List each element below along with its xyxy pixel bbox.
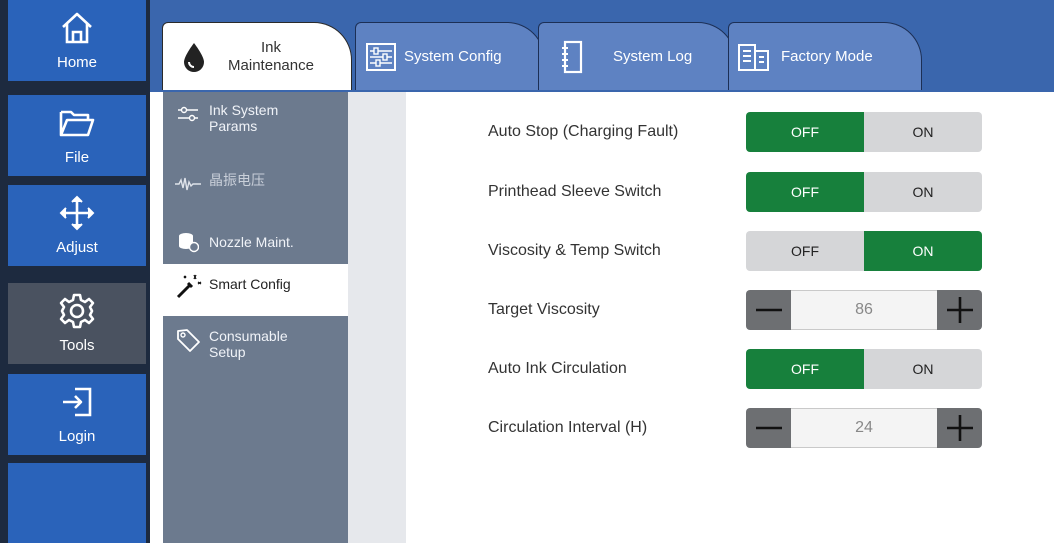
tab-ink-maintenance[interactable]: Ink Maintenance: [162, 22, 352, 90]
tab-factory-mode-label: Factory Mode: [781, 48, 873, 65]
nav-file[interactable]: File: [8, 95, 146, 178]
decrement-button[interactable]: [746, 290, 791, 330]
setting-row-auto-ink-circulation: Auto Ink Circulation OFF ON: [406, 347, 1054, 391]
toggle-on-option[interactable]: ON: [864, 112, 982, 152]
tab-factory-mode[interactable]: Factory Mode: [728, 22, 922, 90]
sliders-icon: [364, 40, 398, 74]
setting-row-auto-stop: Auto Stop (Charging Fault) OFF ON: [406, 110, 1054, 154]
gear-icon: [57, 291, 97, 331]
toggle-off-option[interactable]: OFF: [746, 349, 864, 389]
setting-label: Viscosity & Temp Switch: [488, 242, 661, 259]
sub-item-crystal-voltage[interactable]: 晶振电压: [163, 162, 348, 222]
login-icon: [57, 382, 97, 422]
plus-icon: [946, 415, 973, 441]
setting-row-target-viscosity: Target Viscosity 86: [406, 288, 1054, 332]
home-icon: [57, 8, 97, 48]
main-nav: Home File Adjust Tools Login: [0, 0, 150, 543]
submenu-gutter: [348, 92, 406, 543]
sub-item-label: Ink System Params: [209, 102, 279, 134]
circulation-interval-stepper[interactable]: 24: [746, 408, 982, 448]
nav-file-label: File: [64, 149, 90, 166]
setting-label: Printhead Sleeve Switch: [488, 183, 662, 200]
tab-system-config[interactable]: System Config: [355, 22, 545, 90]
ink-drop-icon: [177, 40, 211, 74]
decrement-button[interactable]: [746, 408, 791, 448]
nav-home-label: Home: [56, 54, 97, 71]
waveform-icon: [173, 172, 203, 196]
toggle-off-option[interactable]: OFF: [746, 231, 864, 271]
target-viscosity-stepper[interactable]: 86: [746, 290, 982, 330]
stepper-value[interactable]: 24: [791, 408, 937, 448]
nav-adjust-label: Adjust: [56, 239, 98, 256]
tab-system-log[interactable]: System Log: [538, 22, 736, 90]
folder-icon: [57, 103, 97, 143]
setting-label: Auto Stop (Charging Fault): [488, 123, 679, 140]
setting-label: Auto Ink Circulation: [488, 360, 627, 377]
nav-home[interactable]: Home: [8, 0, 146, 83]
toggle-on-option[interactable]: ON: [864, 231, 982, 271]
magic-wand-icon: [173, 274, 203, 299]
notebook-icon: [555, 40, 589, 74]
toggle-on-option[interactable]: ON: [864, 172, 982, 212]
move-arrows-icon: [57, 193, 97, 233]
tab-ink-maintenance-label: Ink Maintenance: [228, 38, 314, 74]
tab-system-config-label: System Config: [404, 48, 502, 65]
sub-item-label: Nozzle Maint.: [209, 234, 294, 250]
minus-icon: [755, 308, 782, 312]
params-icon: [173, 102, 203, 126]
sub-item-label: Consumable Setup: [209, 328, 288, 360]
increment-button[interactable]: [937, 290, 982, 330]
nav-tools-label: Tools: [59, 337, 95, 354]
viscosity-temp-toggle[interactable]: OFF ON: [746, 231, 982, 271]
toggle-on-option[interactable]: ON: [864, 349, 982, 389]
sub-item-nozzle-maint[interactable]: Nozzle Maint.: [163, 222, 348, 262]
setting-row-viscosity-temp: Viscosity & Temp Switch OFF ON: [406, 229, 1054, 273]
tab-system-log-label: System Log: [613, 48, 693, 65]
printhead-sleeve-toggle[interactable]: OFF ON: [746, 172, 982, 212]
setting-row-circulation-interval: Circulation Interval (H) 24: [406, 406, 1054, 450]
tag-icon: [173, 328, 203, 352]
sub-item-smart-config[interactable]: Smart Config: [163, 264, 348, 316]
nav-login[interactable]: Login: [8, 374, 146, 457]
toggle-off-option[interactable]: OFF: [746, 112, 864, 152]
auto-ink-circulation-toggle[interactable]: OFF ON: [746, 349, 982, 389]
setting-label: Circulation Interval (H): [488, 419, 648, 436]
setting-label: Target Viscosity: [488, 301, 600, 318]
setting-row-printhead-sleeve: Printhead Sleeve Switch OFF ON: [406, 170, 1054, 214]
sub-item-ink-system-params[interactable]: Ink System Params: [163, 92, 348, 162]
plus-icon: [946, 297, 973, 323]
increment-button[interactable]: [937, 408, 982, 448]
auto-stop-toggle[interactable]: OFF ON: [746, 112, 982, 152]
sub-menu: Ink System Params 晶振电压 Nozzle Maint. Sma…: [163, 92, 348, 543]
nav-empty-slot: [8, 463, 146, 543]
sub-item-label: 晶振电压: [209, 172, 265, 188]
sub-item-label: Smart Config: [209, 276, 291, 292]
nav-adjust[interactable]: Adjust: [8, 185, 146, 268]
toggle-off-option[interactable]: OFF: [746, 172, 864, 212]
minus-icon: [755, 426, 782, 430]
settings-panel: Auto Stop (Charging Fault) OFF ON Printh…: [406, 92, 1054, 543]
stepper-value[interactable]: 86: [791, 290, 937, 330]
tab-bar: Ink Maintenance System Config System Log…: [150, 0, 1054, 92]
nozzle-icon: [173, 230, 203, 254]
building-icon: [737, 40, 771, 74]
sub-item-consumable-setup[interactable]: Consumable Setup: [163, 318, 348, 378]
nav-login-label: Login: [58, 428, 96, 445]
nav-tools[interactable]: Tools: [8, 283, 146, 366]
